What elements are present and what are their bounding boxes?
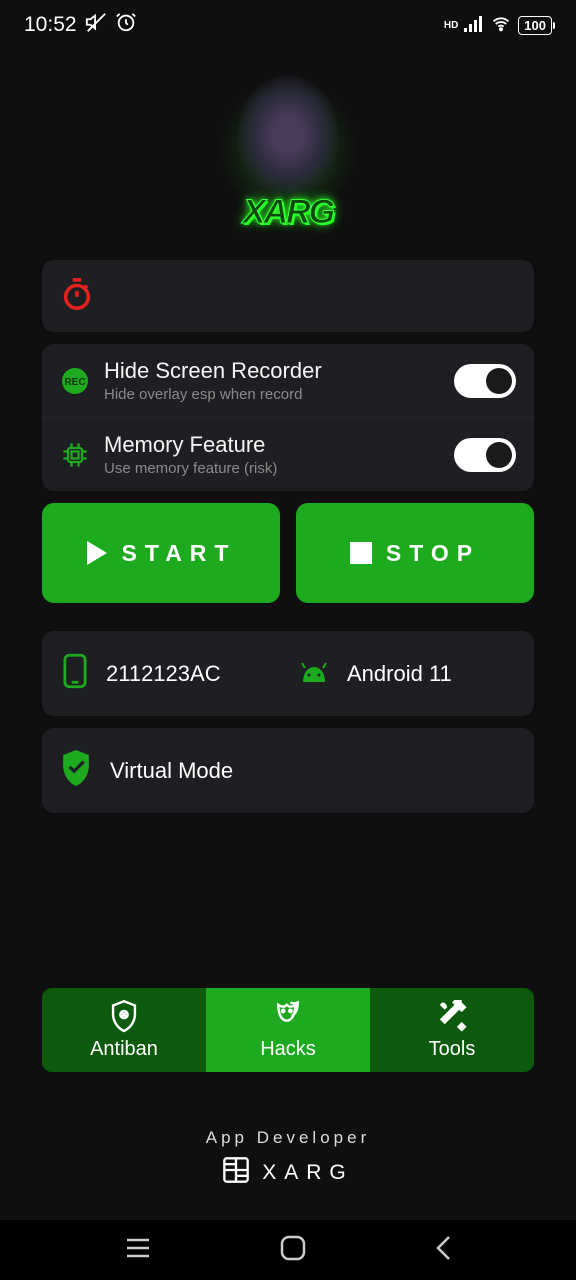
- recorder-sub: Hide overlay esp when record: [104, 386, 440, 403]
- signal-icon: [464, 16, 484, 35]
- footer-dev-label: App Developer: [0, 1128, 576, 1148]
- stopwatch-icon: [60, 277, 94, 316]
- memory-sub: Use memory feature (risk): [104, 460, 440, 477]
- phone-icon: [60, 653, 90, 694]
- chip-icon: [60, 440, 90, 470]
- shield-check-icon: [60, 750, 92, 791]
- recorder-title: Hide Screen Recorder: [104, 358, 440, 384]
- hide-recorder-row[interactable]: REC Hide Screen Recorder Hide overlay es…: [42, 344, 534, 417]
- memory-toggle[interactable]: [454, 438, 516, 472]
- tab-antiban-label: Antiban: [90, 1038, 158, 1061]
- masks-icon: [271, 1000, 305, 1034]
- system-navbar: [0, 1220, 576, 1280]
- shield-icon: [107, 1000, 141, 1034]
- stop-button[interactable]: STOP: [296, 503, 534, 603]
- android-icon: [297, 660, 331, 687]
- play-icon: [86, 541, 108, 565]
- start-button[interactable]: START: [42, 503, 280, 603]
- battery-icon: 100: [518, 16, 552, 35]
- rec-icon: REC: [60, 366, 90, 396]
- status-bar: 10:52 HD 100: [0, 0, 576, 50]
- device-card: 2112123AC Android 11: [42, 631, 534, 716]
- device-model: 2112123AC: [106, 661, 221, 687]
- footer: App Developer XARG: [0, 1128, 576, 1190]
- tab-tools[interactable]: Tools: [370, 988, 534, 1072]
- toggles-card: REC Hide Screen Recorder Hide overlay es…: [42, 344, 534, 491]
- device-os: Android 11: [347, 661, 452, 687]
- memory-row[interactable]: Memory Feature Use memory feature (risk): [42, 417, 534, 491]
- virtual-mode-label: Virtual Mode: [110, 758, 233, 784]
- stop-label: STOP: [386, 540, 480, 567]
- tab-hacks-label: Hacks: [260, 1038, 316, 1061]
- nav-back-icon[interactable]: [435, 1235, 451, 1266]
- status-time: 10:52: [24, 13, 77, 37]
- memory-title: Memory Feature: [104, 432, 440, 458]
- grid-icon: [222, 1156, 250, 1190]
- hd-label: HD: [444, 20, 458, 31]
- tab-hacks[interactable]: Hacks: [206, 988, 370, 1072]
- bottom-tabs: Antiban Hacks Tools: [42, 988, 534, 1072]
- timer-card[interactable]: [42, 260, 534, 332]
- nav-home-icon[interactable]: [280, 1235, 306, 1266]
- tab-tools-label: Tools: [429, 1038, 476, 1061]
- mode-card: Virtual Mode: [42, 728, 534, 813]
- start-label: START: [122, 540, 237, 567]
- alarm-icon: [115, 11, 137, 39]
- mute-icon: [85, 11, 107, 39]
- logo-text: XARG: [243, 193, 333, 232]
- footer-brand: XARG: [262, 1161, 354, 1185]
- recorder-toggle[interactable]: [454, 364, 516, 398]
- nav-recents-icon[interactable]: [125, 1238, 151, 1263]
- svg-text:REC: REC: [64, 377, 85, 388]
- stop-icon: [350, 542, 372, 564]
- tab-antiban[interactable]: Antiban: [42, 988, 206, 1072]
- app-logo: XARG: [0, 50, 576, 260]
- tools-icon: [435, 1000, 469, 1034]
- wifi-icon: [490, 15, 512, 36]
